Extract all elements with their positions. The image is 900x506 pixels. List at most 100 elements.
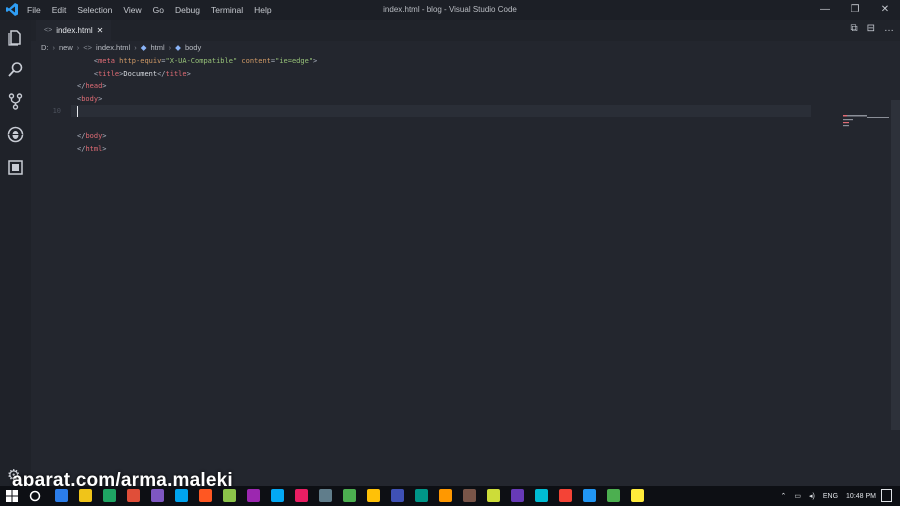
split-editor-icon[interactable]: ⊟ bbox=[867, 23, 875, 34]
chevron-up-icon[interactable]: ⌃ bbox=[781, 492, 787, 500]
taskbar-app-icon[interactable] bbox=[55, 489, 68, 502]
line-number: 10 bbox=[52, 107, 61, 115]
breadcrumb-file[interactable]: index.html bbox=[96, 43, 130, 52]
breadcrumb-folder[interactable]: new bbox=[59, 43, 73, 52]
code-token: body bbox=[85, 132, 103, 140]
taskbar-app-icon[interactable] bbox=[631, 489, 644, 502]
html-file-icon: <> bbox=[44, 27, 53, 34]
code-token: </ bbox=[157, 69, 166, 78]
code-token: > bbox=[102, 132, 107, 140]
menu-edit[interactable]: Edit bbox=[52, 0, 67, 20]
taskbar-app-icon[interactable] bbox=[223, 489, 236, 502]
taskbar-app-icon[interactable] bbox=[391, 489, 404, 502]
volume-icon[interactable]: ◂) bbox=[809, 492, 815, 500]
code-token: Document bbox=[123, 69, 158, 78]
taskbar-app-icon[interactable] bbox=[175, 489, 188, 502]
taskbar-app-icon[interactable] bbox=[199, 489, 212, 502]
extensions-icon[interactable] bbox=[6, 158, 25, 177]
chevron-right-icon: › bbox=[134, 43, 137, 52]
taskbar-app-icon[interactable] bbox=[127, 489, 140, 502]
element-icon: ◆ bbox=[175, 43, 181, 52]
notifications-icon[interactable] bbox=[881, 489, 892, 502]
breadcrumb-html[interactable]: html bbox=[151, 43, 165, 52]
minimap[interactable] bbox=[843, 113, 891, 129]
window-controls: — ❐ ✕ bbox=[810, 0, 900, 20]
code-token: meta bbox=[98, 57, 115, 65]
debug-icon[interactable] bbox=[6, 125, 25, 144]
taskbar-app-icon[interactable] bbox=[151, 489, 164, 502]
breadcrumb-drive[interactable]: D: bbox=[41, 43, 49, 52]
breadcrumb: D: › new › <> index.html › ◆ html › ◆ bo… bbox=[41, 43, 201, 52]
taskbar-app-icon[interactable] bbox=[463, 489, 476, 502]
code-token: title bbox=[165, 69, 187, 78]
code-text: <title>Document</title> bbox=[77, 68, 191, 81]
taskbar-app-icon[interactable] bbox=[79, 489, 92, 502]
menu-bar: File Edit Selection View Go Debug Termin… bbox=[27, 0, 283, 20]
taskbar-app-icon[interactable] bbox=[271, 489, 284, 502]
taskbar-app-icon[interactable] bbox=[295, 489, 308, 502]
html-file-icon: <> bbox=[83, 43, 93, 52]
title-bar: File Edit Selection View Go Debug Termin… bbox=[0, 0, 900, 20]
taskbar-app-icon[interactable] bbox=[247, 489, 260, 502]
tab-index-html[interactable]: <> index.html ✕ bbox=[36, 20, 112, 41]
menu-view[interactable]: View bbox=[123, 0, 141, 20]
taskbar-app-icon[interactable] bbox=[487, 489, 500, 502]
code-token: head bbox=[85, 82, 103, 90]
files-icon[interactable] bbox=[6, 28, 25, 47]
network-icon[interactable]: ▭ bbox=[794, 492, 801, 500]
code-token: html bbox=[85, 144, 103, 153]
taskbar-app-icon[interactable] bbox=[607, 489, 620, 502]
open-changes-icon[interactable]: ⧉ bbox=[850, 23, 857, 34]
source-control-icon[interactable] bbox=[6, 92, 25, 111]
menu-help[interactable]: Help bbox=[254, 0, 271, 20]
code-token: > bbox=[102, 144, 107, 153]
editor-actions: ⧉ ⊟ … bbox=[850, 23, 894, 34]
cortana-icon[interactable] bbox=[29, 490, 41, 502]
restore-button[interactable]: ❐ bbox=[840, 0, 870, 20]
clock[interactable]: 10:48 PM bbox=[846, 493, 876, 500]
menu-debug[interactable]: Debug bbox=[175, 0, 200, 20]
taskbar-app-icon[interactable] bbox=[583, 489, 596, 502]
tab-label: index.html bbox=[56, 26, 93, 35]
taskbar-app-icon[interactable] bbox=[103, 489, 116, 502]
taskbar-app-icon[interactable] bbox=[415, 489, 428, 502]
code-token: > bbox=[313, 57, 318, 65]
close-window-button[interactable]: ✕ bbox=[870, 0, 900, 20]
vscode-logo-icon bbox=[6, 3, 18, 16]
code-text: </head> bbox=[77, 80, 107, 93]
text-cursor bbox=[77, 106, 78, 117]
tab-bar: <> index.html ✕ ⧉ ⊟ … bbox=[31, 20, 900, 41]
code-text: </html> bbox=[77, 143, 107, 156]
system-tray: ⌃ ▭ ◂) ENG 10:48 PM bbox=[781, 486, 877, 506]
menu-selection[interactable]: Selection bbox=[77, 0, 112, 20]
search-icon[interactable] bbox=[6, 60, 25, 79]
tab-close-button[interactable]: ✕ bbox=[97, 20, 104, 41]
vertical-scrollbar[interactable] bbox=[891, 100, 900, 430]
language-indicator[interactable]: ENG bbox=[823, 493, 838, 500]
taskbar-app-icon[interactable] bbox=[511, 489, 524, 502]
code-token: title bbox=[98, 69, 120, 78]
taskbar-app-icon[interactable] bbox=[559, 489, 572, 502]
windows-start-icon[interactable] bbox=[6, 490, 18, 502]
code-token: "X-UA-Compatible" bbox=[165, 57, 238, 65]
taskbar: ⌃ ▭ ◂) ENG 10:48 PM bbox=[0, 486, 900, 506]
current-line-highlight bbox=[71, 105, 811, 117]
menu-file[interactable]: File bbox=[27, 0, 41, 20]
taskbar-app-icon[interactable] bbox=[367, 489, 380, 502]
code-text: <meta http-equiv="X-UA-Compatible" conte… bbox=[77, 55, 317, 68]
minimize-button[interactable]: — bbox=[810, 0, 840, 20]
taskbar-app-icon[interactable] bbox=[343, 489, 356, 502]
code-token: content bbox=[237, 57, 271, 65]
taskbar-app-icon[interactable] bbox=[535, 489, 548, 502]
code-editor[interactable]: <meta http-equiv="X-UA-Compatible" conte… bbox=[31, 55, 891, 485]
element-icon: ◆ bbox=[140, 43, 147, 52]
code-token: http-equiv bbox=[114, 57, 162, 65]
taskbar-app-icon[interactable] bbox=[319, 489, 332, 502]
chevron-right-icon: › bbox=[76, 43, 80, 52]
menu-go[interactable]: Go bbox=[153, 0, 164, 20]
breadcrumb-body[interactable]: body bbox=[185, 43, 201, 52]
menu-terminal[interactable]: Terminal bbox=[211, 0, 243, 20]
code-token: > bbox=[186, 69, 191, 78]
taskbar-app-icon[interactable] bbox=[439, 489, 452, 502]
more-actions-icon[interactable]: … bbox=[884, 23, 894, 34]
